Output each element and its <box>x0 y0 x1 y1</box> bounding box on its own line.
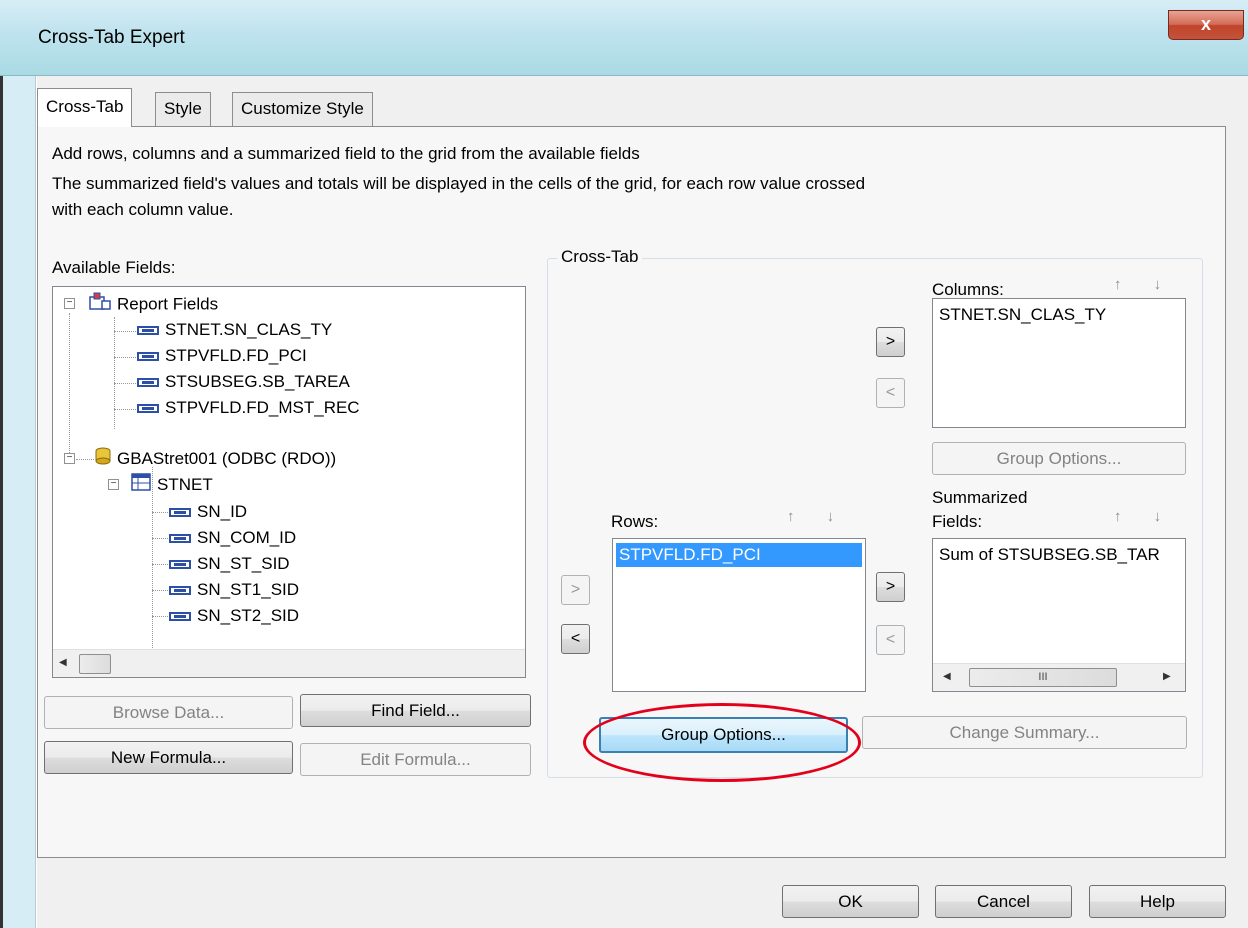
tree-node-field[interactable]: STSUBSEG.SB_TAREA <box>137 369 350 395</box>
table-icon <box>131 472 151 499</box>
tree-node-field[interactable]: SN_ST2_SID <box>169 603 299 629</box>
field-icon <box>169 612 191 622</box>
tab-customize-style[interactable]: Customize Style <box>232 92 373 126</box>
tree-node-report-fields[interactable]: Report Fields <box>89 291 218 317</box>
description-line-3: with each column value. <box>52 200 234 219</box>
columns-label: Columns: <box>932 280 1004 299</box>
rows-list[interactable]: STPVFLD.FD_PCI <box>612 538 866 692</box>
collapse-icon[interactable]: − <box>108 479 119 490</box>
tab-cross-tab[interactable]: Cross-Tab <box>37 88 133 127</box>
field-icon <box>137 326 159 336</box>
list-item[interactable]: STPVFLD.FD_PCI <box>616 543 862 567</box>
columns-list[interactable]: STNET.SN_CLAS_TY <box>932 298 1186 428</box>
cancel-button[interactable]: Cancel <box>935 885 1072 918</box>
tree-node-field[interactable]: SN_ST_SID <box>169 551 290 577</box>
add-summarized-field-button[interactable]: > <box>876 572 905 602</box>
list-item[interactable]: Sum of STSUBSEG.SB_TAR <box>936 543 1182 567</box>
rows-reorder-icon[interactable]: ↑ ↓ <box>787 508 848 525</box>
find-field-button[interactable]: Find Field... <box>300 694 531 727</box>
tree-node-field[interactable]: SN_ST1_SID <box>169 577 299 603</box>
summarized-horizontal-scrollbar[interactable]: ◀ III ▶ <box>933 663 1185 691</box>
rows-label: Rows: <box>611 512 659 531</box>
summarized-fields-list[interactable]: Sum of STSUBSEG.SB_TAR ◀ III ▶ <box>932 538 1186 692</box>
description-line-2: The summarized field's values and totals… <box>52 174 866 193</box>
add-row-button[interactable]: > <box>561 575 590 605</box>
help-button[interactable]: Help <box>1089 885 1226 918</box>
ok-button[interactable]: OK <box>782 885 919 918</box>
available-fields-tree[interactable]: − Report Fields STNET.SN_CLAS_TY STPVFLD… <box>52 286 526 678</box>
remove-column-button[interactable]: < <box>876 378 905 408</box>
browse-data-button[interactable]: Browse Data... <box>44 696 293 729</box>
close-button[interactable]: x <box>1168 10 1244 40</box>
field-icon <box>137 404 159 414</box>
field-icon <box>137 378 159 388</box>
remove-row-button[interactable]: < <box>561 624 590 654</box>
crosstab-group-title: Cross-Tab <box>557 247 643 267</box>
scroll-thumb[interactable] <box>79 654 111 674</box>
tree-node-field[interactable]: STPVFLD.FD_PCI <box>137 343 307 369</box>
collapse-icon[interactable]: − <box>64 298 75 309</box>
tab-style[interactable]: Style <box>155 92 211 126</box>
summarized-fields-label-line-2: Fields: <box>932 512 983 531</box>
tree-node-table[interactable]: STNET <box>131 472 213 498</box>
title-bar: Cross-Tab Expert x <box>0 0 1248 76</box>
window-title: Cross-Tab Expert <box>38 27 185 48</box>
tree-node-database[interactable]: GBAStret001 (ODBC (RDO)) <box>95 446 336 472</box>
scroll-thumb[interactable]: III <box>969 668 1117 687</box>
tree-node-field[interactable]: STNET.SN_CLAS_TY <box>137 317 332 343</box>
tree-node-field[interactable]: STPVFLD.FD_MST_REC <box>137 395 360 421</box>
list-item[interactable]: STNET.SN_CLAS_TY <box>936 303 1182 327</box>
tree-horizontal-scrollbar[interactable]: ◀ ▶ <box>53 649 525 677</box>
scroll-left-icon[interactable]: ◀ <box>943 671 951 682</box>
field-icon <box>169 534 191 544</box>
summarized-fields-label-line-1: Summarized <box>932 488 1028 507</box>
add-column-button[interactable]: > <box>876 327 905 357</box>
scroll-left-icon[interactable]: ◀ <box>59 657 67 668</box>
edit-formula-button[interactable]: Edit Formula... <box>300 743 531 776</box>
columns-group-options-button[interactable]: Group Options... <box>932 442 1186 475</box>
remove-summarized-field-button[interactable]: < <box>876 625 905 655</box>
tree-node-field[interactable]: SN_ID <box>169 499 247 525</box>
field-icon <box>169 586 191 596</box>
scroll-right-icon[interactable]: ▶ <box>1163 671 1171 682</box>
new-formula-button[interactable]: New Formula... <box>44 741 293 774</box>
report-fields-icon <box>89 291 111 319</box>
description-line-1: Add rows, columns and a summarized field… <box>52 144 640 163</box>
tree-node-field[interactable]: SN_COM_ID <box>169 525 296 551</box>
rows-group-options-button[interactable]: Group Options... <box>599 717 848 753</box>
available-fields-label: Available Fields: <box>52 258 176 277</box>
summarized-reorder-icon[interactable]: ↑ ↓ <box>1114 508 1175 525</box>
window-frame-left <box>0 76 36 928</box>
field-icon <box>169 560 191 570</box>
change-summary-button[interactable]: Change Summary... <box>862 716 1187 749</box>
collapse-icon[interactable]: − <box>64 453 75 464</box>
database-icon <box>95 447 111 473</box>
field-icon <box>169 508 191 518</box>
field-icon <box>137 352 159 362</box>
columns-reorder-icon[interactable]: ↑ ↓ <box>1114 276 1175 293</box>
